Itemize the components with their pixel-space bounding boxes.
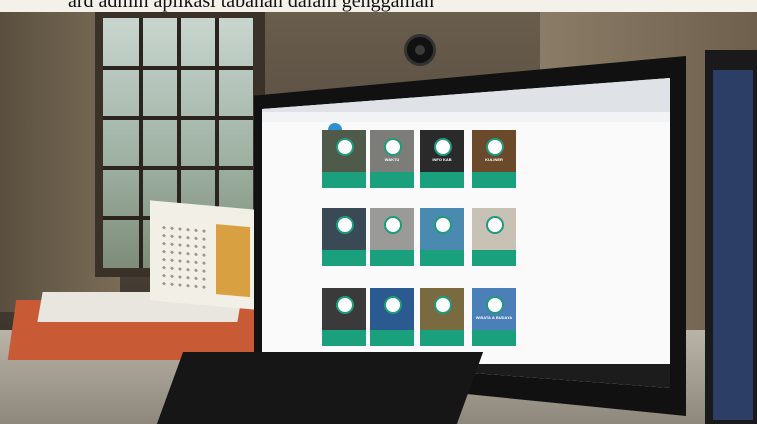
app-tile-bar [370, 172, 414, 188]
app-tile-icon [434, 296, 452, 314]
app-tile-bar [420, 250, 464, 266]
window-bar [103, 66, 253, 70]
window-bar [103, 166, 253, 170]
app-tile[interactable] [472, 208, 516, 266]
app-tile-bar [472, 250, 516, 266]
app-tile[interactable] [322, 288, 366, 346]
app-tile-bar [472, 172, 516, 188]
app-tile-grid: WAKTU INFO KAB KULINER WISATA & BUDAYA [322, 130, 542, 388]
keyboard [156, 352, 484, 424]
app-tile[interactable]: KULINER [472, 130, 516, 188]
app-tile[interactable] [370, 208, 414, 266]
app-tile[interactable] [322, 208, 366, 266]
window-bar [139, 18, 143, 268]
app-tile-icon [384, 138, 402, 156]
second-monitor-screen [713, 70, 753, 420]
app-tile[interactable]: WISATA & BUDAYA [472, 288, 516, 346]
app-tile-label: WAKTU [384, 157, 400, 162]
app-tile-icon [434, 216, 452, 234]
app-tile-bar [322, 330, 366, 346]
app-tile-bar [420, 330, 464, 346]
caption-strip: ard admin aplikasi tabanan dalam genggam… [0, 0, 757, 12]
calendar-grid [160, 223, 210, 290]
app-tile-icon [486, 138, 504, 156]
photo-scene: ard admin aplikasi tabanan dalam genggam… [0, 0, 757, 424]
app-tile-bar [370, 250, 414, 266]
app-tile[interactable] [370, 288, 414, 346]
app-tile-icon [336, 296, 354, 314]
desk-calendar [150, 200, 255, 310]
app-tile-bar [420, 172, 464, 188]
app-tile[interactable] [322, 130, 366, 188]
app-tile-bar [322, 172, 366, 188]
app-tile-bar [472, 330, 516, 346]
webcam-lens [415, 45, 425, 55]
app-tile-icon [336, 138, 354, 156]
monitor-screen: WAKTU INFO KAB KULINER WISATA & BUDAYA [262, 78, 670, 388]
app-tile[interactable] [420, 288, 464, 346]
webcam [404, 34, 436, 66]
app-tile-bar [370, 330, 414, 346]
app-tile[interactable] [420, 208, 464, 266]
app-tile-label: INFO KAB [432, 157, 452, 162]
caption-text: ard admin aplikasi tabanan dalam genggam… [68, 0, 434, 12]
app-tile[interactable]: WAKTU [370, 130, 414, 188]
app-tile-label: KULINER [485, 157, 503, 162]
second-monitor [705, 50, 757, 424]
app-tile-label: WISATA & BUDAYA [475, 315, 513, 320]
app-tile-icon [434, 138, 452, 156]
app-tile-icon [384, 216, 402, 234]
window-bar [103, 116, 253, 120]
app-tile-icon [486, 216, 504, 234]
app-tile-bar [322, 250, 366, 266]
app-tile-icon [336, 216, 354, 234]
calendar-photo [216, 224, 250, 298]
app-tile[interactable]: INFO KAB [420, 130, 464, 188]
app-tile-icon [384, 296, 402, 314]
app-tile-icon [486, 296, 504, 314]
browser-url-bar [262, 112, 670, 122]
